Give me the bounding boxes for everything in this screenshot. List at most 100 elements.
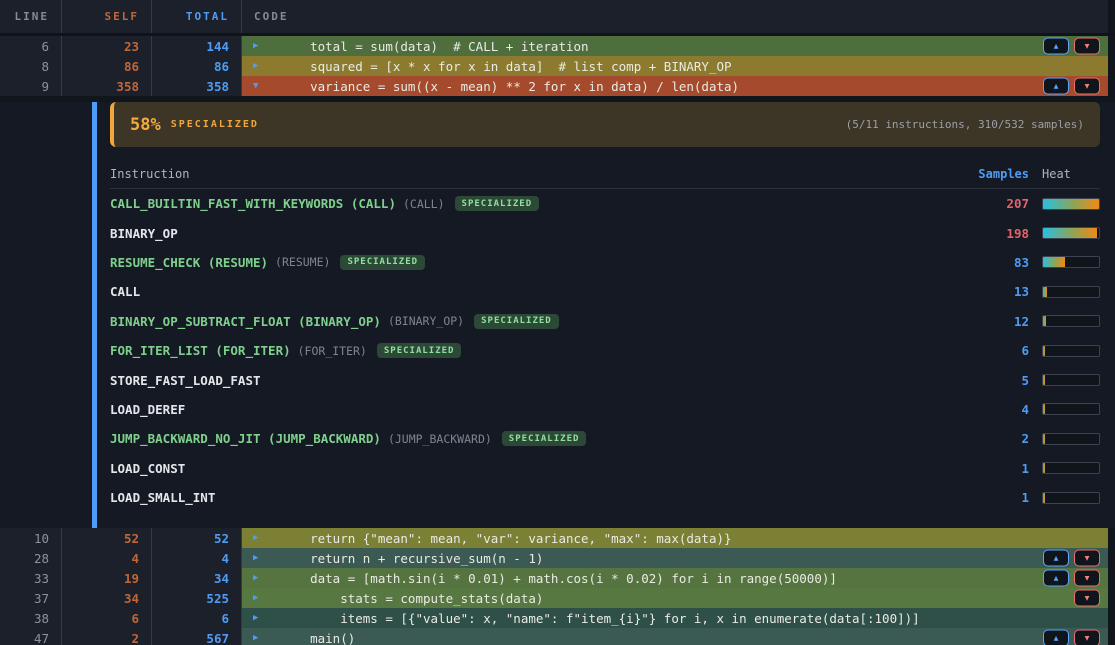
column-header-self[interactable]: SELF: [62, 0, 152, 33]
heat-bar: [1042, 345, 1100, 357]
expander-icon[interactable]: ▶: [253, 62, 267, 71]
jump-down-button[interactable]: ▼: [1074, 630, 1100, 645]
expander-icon[interactable]: ▶: [253, 614, 267, 623]
instruction-base-name: (JUMP_BACKWARD): [388, 432, 492, 446]
expander-icon[interactable]: ▶: [253, 42, 267, 51]
jump-down-button[interactable]: ▼: [1074, 78, 1100, 95]
instruction-name-wrap: LOAD_CONST: [110, 461, 959, 476]
line-number-cell: 8: [0, 56, 62, 76]
column-header-samples[interactable]: Samples: [959, 167, 1029, 181]
samples-value: 1: [959, 461, 1029, 476]
code-cell[interactable]: ▶ squared = [x * x for x in data] # list…: [242, 56, 1108, 76]
expander-icon[interactable]: ▶: [253, 594, 267, 603]
jump-up-button[interactable]: ▲: [1043, 630, 1069, 645]
expander-icon[interactable]: ▶: [253, 574, 267, 583]
column-header-code[interactable]: CODE: [242, 0, 1108, 33]
jump-down-button[interactable]: ▼: [1074, 590, 1100, 607]
instruction-name: JUMP_BACKWARD_NO_JIT (JUMP_BACKWARD): [110, 431, 381, 446]
code-cell[interactable]: ▶ return {"mean": mean, "var": variance,…: [242, 528, 1108, 548]
column-header-instruction[interactable]: Instruction: [110, 167, 959, 181]
code-cell[interactable]: ▶ data = [math.sin(i * 0.01) + math.cos(…: [242, 568, 1108, 588]
heat-bar-fill: [1043, 316, 1046, 326]
jump-down-button[interactable]: ▼: [1074, 38, 1100, 55]
code-cell[interactable]: ▶ main() ▲ ▼: [242, 628, 1108, 645]
self-samples-cell: 4: [62, 548, 152, 568]
heat-bar: [1042, 286, 1100, 298]
expander-icon[interactable]: ▼: [253, 82, 267, 91]
code-cell[interactable]: ▶ items = [{"value": x, "name": f"item_{…: [242, 608, 1108, 628]
heat-bar-fill: [1043, 257, 1065, 267]
row-buttons: ▲ ▼: [1043, 58, 1100, 75]
line-number-cell: 38: [0, 608, 62, 628]
samples-value: 1: [959, 490, 1029, 505]
instruction-name: LOAD_DEREF: [110, 402, 185, 417]
code-text: items = [{"value": x, "name": f"item_{i}…: [280, 611, 920, 626]
column-header-line[interactable]: LINE: [0, 0, 62, 33]
jump-down-button[interactable]: ▼: [1074, 550, 1100, 567]
instruction-name-wrap: JUMP_BACKWARD_NO_JIT (JUMP_BACKWARD) (JU…: [110, 431, 959, 446]
instruction-row: RESUME_CHECK (RESUME) (RESUME) SPECIALIZ…: [110, 248, 1100, 277]
line-number-cell: 10: [0, 528, 62, 548]
total-samples-cell: 567: [152, 628, 242, 645]
total-samples-cell: 358: [152, 76, 242, 96]
heat-bar-fill: [1043, 346, 1045, 356]
code-cell[interactable]: ▶ total = sum(data) # CALL + iteration ▲…: [242, 36, 1108, 56]
instruction-name: BINARY_OP: [110, 226, 178, 241]
specialized-percent-label: SPECIALIZED: [171, 119, 259, 130]
instruction-name: CALL_BUILTIN_FAST_WITH_KEYWORDS (CALL): [110, 196, 396, 211]
expansion-indicator-line: [92, 102, 97, 528]
specialized-badge: SPECIALIZED: [340, 255, 425, 270]
jump-up-button[interactable]: ▲: [1043, 570, 1069, 587]
heat-bar: [1042, 315, 1100, 327]
code-table-header: LINE SELF TOTAL CODE: [0, 0, 1115, 36]
row-buttons: ▲ ▼: [1043, 78, 1100, 95]
jump-up-button[interactable]: ▲: [1043, 38, 1069, 55]
instruction-name: LOAD_CONST: [110, 461, 185, 476]
row-right-gutter: [1108, 36, 1115, 56]
row-right-gutter: [1108, 568, 1115, 588]
column-header-total[interactable]: TOTAL: [152, 0, 242, 33]
row-right-gutter: [1108, 56, 1115, 76]
heat-bar: [1042, 198, 1100, 210]
jump-up-button[interactable]: ▲: [1043, 550, 1069, 567]
heat-bar: [1042, 256, 1100, 268]
line-number-cell: 9: [0, 76, 62, 96]
code-text: stats = compute_stats(data): [280, 591, 543, 606]
specialized-badge: SPECIALIZED: [377, 343, 462, 358]
table-row: 10 52 52 ▶ return {"mean": mean, "var": …: [0, 528, 1115, 548]
instruction-name: FOR_ITER_LIST (FOR_ITER): [110, 343, 291, 358]
expander-icon[interactable]: ▶: [253, 534, 267, 543]
expander-icon[interactable]: ▶: [253, 554, 267, 563]
jump-down-button[interactable]: ▼: [1074, 570, 1100, 587]
instruction-row: STORE_FAST_LOAD_FAST 5: [110, 365, 1100, 394]
self-samples-cell: 34: [62, 588, 152, 608]
specialization-detail: (5/11 instructions, 310/532 samples): [846, 118, 1084, 131]
heat-bar: [1042, 227, 1100, 239]
heat-bar: [1042, 374, 1100, 386]
total-samples-cell: 525: [152, 588, 242, 608]
instruction-base-name: (BINARY_OP): [388, 314, 464, 328]
instruction-row: FOR_ITER_LIST (FOR_ITER) (FOR_ITER) SPEC…: [110, 336, 1100, 365]
line-number-cell: 37: [0, 588, 62, 608]
instruction-row: LOAD_DEREF 4: [110, 395, 1100, 424]
code-cell[interactable]: ▼ variance = sum((x - mean) ** 2 for x i…: [242, 76, 1108, 96]
table-row: 37 34 525 ▶ stats = compute_stats(data) …: [0, 588, 1115, 608]
row-right-gutter: [1108, 76, 1115, 96]
instruction-name-wrap: FOR_ITER_LIST (FOR_ITER) (FOR_ITER) SPEC…: [110, 343, 959, 358]
code-cell[interactable]: ▶ stats = compute_stats(data) ▲ ▼: [242, 588, 1108, 608]
total-samples-cell: 6: [152, 608, 242, 628]
instruction-base-name: (RESUME): [275, 255, 330, 269]
instruction-row: LOAD_CONST 1: [110, 454, 1100, 483]
row-right-gutter: [1108, 628, 1115, 645]
code-cell[interactable]: ▶ return n + recursive_sum(n - 1) ▲ ▼: [242, 548, 1108, 568]
jump-up-button[interactable]: ▲: [1043, 78, 1069, 95]
instruction-name-wrap: BINARY_OP_SUBTRACT_FLOAT (BINARY_OP) (BI…: [110, 314, 959, 329]
row-buttons: ▲ ▼: [1043, 610, 1100, 627]
samples-value: 13: [959, 284, 1029, 299]
table-row: 28 4 4 ▶ return n + recursive_sum(n - 1)…: [0, 548, 1115, 568]
expander-icon[interactable]: ▶: [253, 634, 267, 643]
column-header-heat[interactable]: Heat: [1042, 167, 1100, 181]
specialized-badge: SPECIALIZED: [455, 196, 540, 211]
samples-value: 4: [959, 402, 1029, 417]
specialized-badge: SPECIALIZED: [474, 314, 559, 329]
